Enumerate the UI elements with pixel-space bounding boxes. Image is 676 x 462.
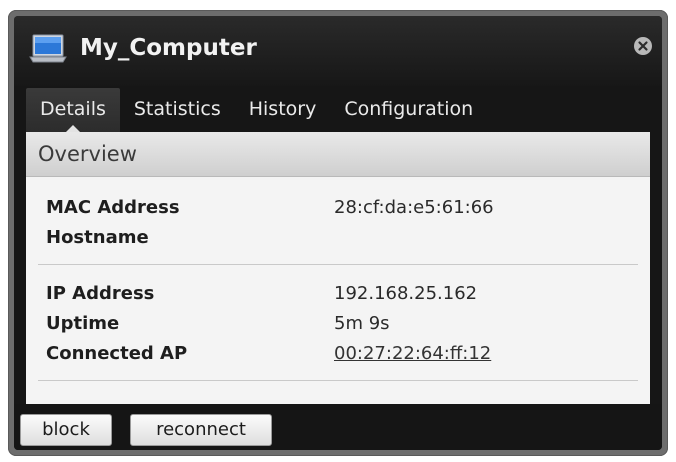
tab-history[interactable]: History: [235, 88, 331, 132]
tab-label: Configuration: [344, 98, 474, 120]
window-title: My_Computer: [80, 35, 257, 61]
identity-group: MAC Address 28:cf:da:e5:61:66 Hostname: [26, 177, 650, 277]
mac-address-label: MAC Address: [46, 197, 180, 218]
uptime-value: 5m 9s: [334, 313, 390, 334]
connected-ap-link[interactable]: 00:27:22:64:ff:12: [334, 339, 491, 369]
details-panel: Overview MAC Address 28:cf:da:e5:61:66 H…: [26, 132, 650, 404]
ip-address-label: IP Address: [46, 283, 155, 304]
close-icon: [638, 41, 648, 51]
overview-header: Overview: [26, 132, 650, 177]
connection-group: IP Address 192.168.25.162 Uptime 5m 9s C…: [26, 277, 650, 397]
info-row-uptime: Uptime 5m 9s: [26, 309, 650, 339]
ip-address-value: 192.168.25.162: [334, 283, 478, 304]
tab-label: History: [248, 98, 317, 120]
tab-label: Details: [40, 98, 106, 120]
info-row-mac: MAC Address 28:cf:da:e5:61:66: [26, 193, 650, 223]
tab-configuration[interactable]: Configuration: [330, 88, 487, 132]
tab-details[interactable]: Details: [26, 88, 120, 132]
mac-address-value: 28:cf:da:e5:61:66: [334, 197, 494, 218]
action-bar: block reconnect: [14, 404, 662, 450]
tab-statistics[interactable]: Statistics: [120, 88, 235, 132]
laptop-icon: [28, 32, 68, 66]
title-bar[interactable]: My_Computer: [14, 16, 662, 86]
reconnect-button[interactable]: reconnect: [130, 414, 272, 446]
info-row-connected-ap: Connected AP 00:27:22:64:ff:12: [26, 339, 650, 369]
tab-label: Statistics: [133, 98, 221, 120]
info-row-hostname: Hostname: [26, 223, 650, 253]
active-tab-pointer: [65, 125, 80, 132]
block-button[interactable]: block: [20, 414, 112, 446]
connected-ap-label: Connected AP: [46, 343, 188, 364]
close-button[interactable]: [634, 37, 652, 55]
info-row-ip: IP Address 192.168.25.162: [26, 279, 650, 309]
section-divider: [38, 264, 638, 265]
tab-bar: Details Statistics History Configuration: [26, 88, 662, 132]
hostname-label: Hostname: [46, 227, 149, 248]
client-detail-window: My_Computer Details Statistics History C…: [14, 16, 662, 450]
section-divider: [38, 380, 638, 381]
uptime-label: Uptime: [46, 313, 120, 334]
